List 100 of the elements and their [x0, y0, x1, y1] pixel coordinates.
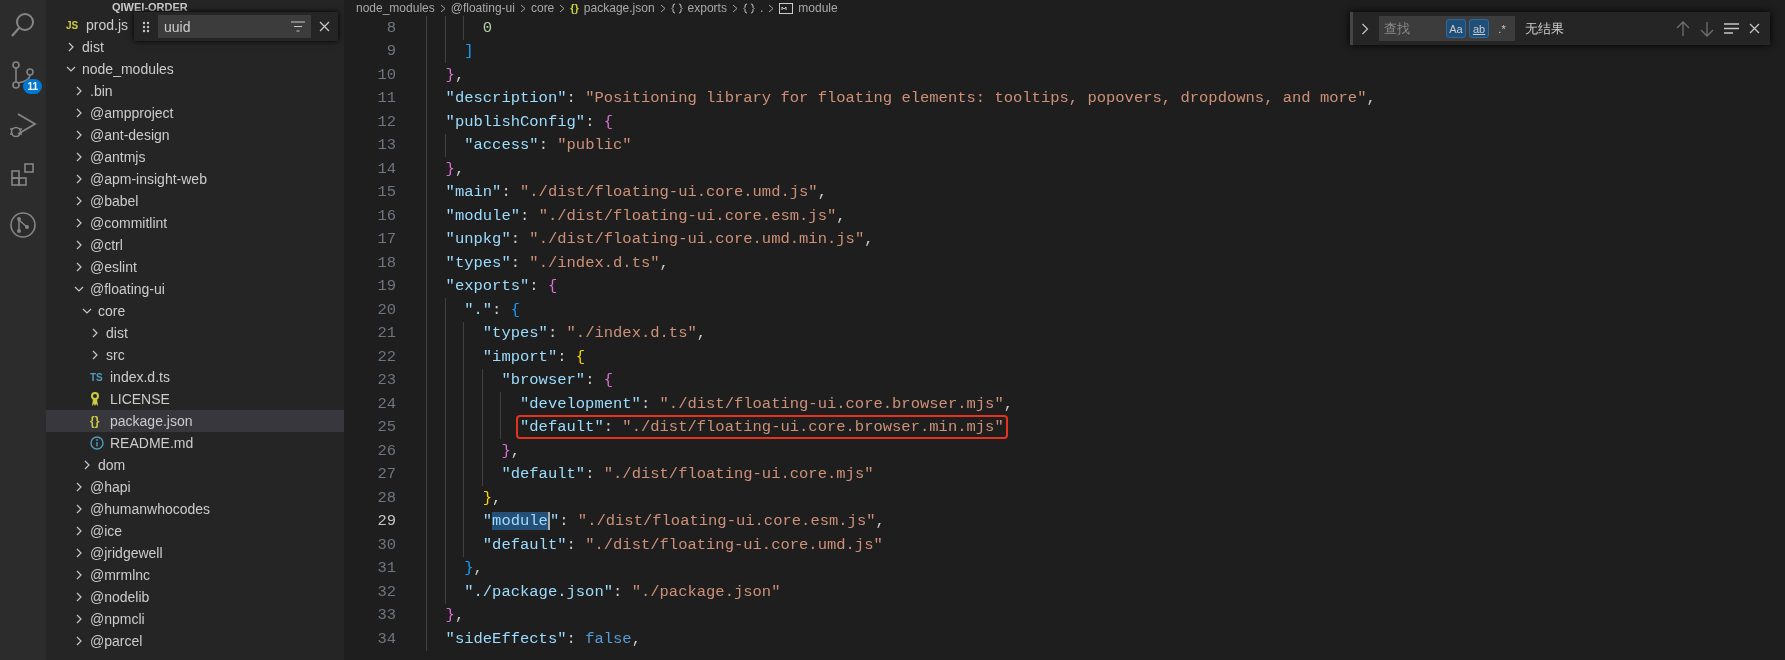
code-line: }, — [481, 487, 503, 509]
chevron-right-icon — [74, 218, 84, 228]
folder-item[interactable]: @apm-insight-web — [46, 168, 344, 190]
find-field[interactable]: 查找 Aa ab .* — [1379, 16, 1515, 41]
code-line: "./package.json": "./package.json" — [463, 581, 782, 603]
line-number: 25 — [376, 418, 396, 437]
line-number: 23 — [376, 371, 396, 390]
field-icon — [779, 2, 794, 14]
code-line: }, — [500, 440, 522, 462]
code-line: }, — [444, 64, 466, 86]
folder-item[interactable]: @humanwhocodes — [46, 498, 344, 520]
folder-item[interactable]: .bin — [46, 80, 344, 102]
breadcrumb-item[interactable]: . — [759, 1, 764, 15]
folder-item[interactable]: @antmjs — [46, 146, 344, 168]
find-input[interactable]: 查找 — [1384, 21, 1443, 36]
folder-item[interactable]: node_modules — [46, 58, 344, 80]
chevron-right-icon — [74, 152, 84, 162]
close-icon[interactable] — [319, 21, 330, 32]
braces-icon: {} — [90, 414, 108, 428]
line-number: 14 — [376, 159, 396, 178]
line-number: 21 — [376, 324, 396, 343]
folder-item[interactable]: @ctrl — [46, 234, 344, 256]
drag-handle-icon[interactable] — [142, 20, 150, 33]
chevron-right-icon — [74, 196, 84, 206]
filter-field[interactable]: uuid — [158, 15, 311, 38]
chevron-right-icon — [768, 3, 775, 13]
chevron-right-icon — [74, 614, 84, 624]
folder-item[interactable]: @ant-design — [46, 124, 344, 146]
chevron-right-icon — [74, 108, 84, 118]
file-item[interactable]: LICENSE — [46, 388, 344, 410]
count-badge: 11 — [23, 79, 42, 94]
folder-item[interactable]: core — [46, 300, 344, 322]
line-number: 11 — [376, 89, 396, 108]
breadcrumb-item[interactable]: module — [798, 1, 838, 15]
file-item[interactable]: README.md — [46, 432, 344, 454]
find-option-toggle[interactable]: ab — [1469, 19, 1489, 38]
file-item[interactable]: {} package.json — [46, 410, 344, 432]
line-number: 33 — [376, 606, 396, 625]
filter-icon[interactable] — [291, 21, 305, 32]
run-debug-icon[interactable] — [9, 111, 37, 139]
folder-item[interactable]: @ampproject — [46, 102, 344, 124]
js-file-icon: JS — [66, 19, 84, 31]
arrow-up-icon[interactable] — [1676, 20, 1690, 37]
folder-item[interactable]: @babel — [46, 190, 344, 212]
breadcrumb-item[interactable]: exports — [687, 1, 727, 15]
chevron-right-icon — [74, 570, 84, 580]
line-number: 8 — [385, 18, 396, 37]
breadcrumb-item[interactable]: @floating-ui — [450, 1, 515, 15]
line-number: 30 — [376, 535, 396, 554]
line-number: 15 — [376, 183, 396, 202]
code-line: "unpkg": "./dist/floating-ui.core.umd.min.js", — [444, 229, 875, 251]
breadcrumb-item[interactable]: node_modules — [356, 1, 435, 15]
git-graph-icon[interactable] — [9, 211, 37, 239]
filter-input[interactable]: uuid — [164, 18, 291, 35]
braces-icon: {} — [570, 2, 579, 14]
search-icon[interactable] — [10, 12, 36, 38]
line-number: 16 — [376, 206, 396, 225]
key-icon — [90, 391, 100, 407]
breadcrumb-item[interactable]: package.json — [583, 1, 655, 15]
folder-item[interactable]: @floating-ui — [46, 278, 344, 300]
folder-item[interactable]: @ice — [46, 520, 344, 542]
file-item[interactable]: TS index.d.ts — [46, 366, 344, 388]
line-number: 32 — [376, 582, 396, 601]
line-number: 34 — [376, 629, 396, 648]
arrow-down-icon[interactable] — [1700, 20, 1714, 37]
folder-item[interactable]: @hapi — [46, 476, 344, 498]
folder-item[interactable]: @mrmlnc — [46, 564, 344, 586]
chevron-right-icon — [74, 526, 84, 536]
folder-item[interactable]: @jridgewell — [46, 542, 344, 564]
folder-item[interactable]: src — [46, 344, 344, 366]
chevron-down-icon — [66, 64, 76, 74]
close-icon[interactable] — [1749, 23, 1760, 34]
chevron-right-icon — [82, 460, 92, 470]
find-option-toggle[interactable]: Aa — [1446, 19, 1466, 38]
code-line: 0 — [481, 17, 494, 39]
folder-item[interactable]: @parcel — [46, 630, 344, 652]
folder-item[interactable]: @npmcli — [46, 608, 344, 630]
folder-item[interactable]: dom — [46, 454, 344, 476]
find-option-toggle[interactable]: .* — [1492, 19, 1512, 38]
code-line: "module": "./dist/floating-ui.core.esm.js", — [481, 511, 886, 533]
code-line: "module": "./dist/floating-ui.core.esm.js", — [444, 205, 847, 227]
extensions-icon[interactable] — [10, 162, 36, 188]
source-control-icon[interactable] — [10, 61, 36, 89]
line-number: 29 — [376, 512, 396, 531]
line-number: 31 — [376, 559, 396, 578]
line-number: 27 — [376, 465, 396, 484]
folder-item[interactable]: dist — [46, 36, 344, 58]
explorer-title: QIWEI-ORDER — [111, 0, 189, 14]
chevron-right-icon[interactable] — [1361, 22, 1369, 35]
line-number: 20 — [376, 300, 396, 319]
folder-item[interactable]: @eslint — [46, 256, 344, 278]
chevron-right-icon — [519, 3, 526, 13]
chevron-right-icon — [66, 42, 76, 52]
code-line: "main": "./dist/floating-ui.core.umd.js", — [444, 182, 828, 204]
find-in-selection-icon[interactable] — [1724, 23, 1739, 34]
folder-item[interactable]: dist — [46, 322, 344, 344]
breadcrumb-item[interactable]: core — [530, 1, 555, 15]
chevron-right-icon — [74, 86, 84, 96]
folder-item[interactable]: @commitlint — [46, 212, 344, 234]
folder-item[interactable]: @nodelib — [46, 586, 344, 608]
